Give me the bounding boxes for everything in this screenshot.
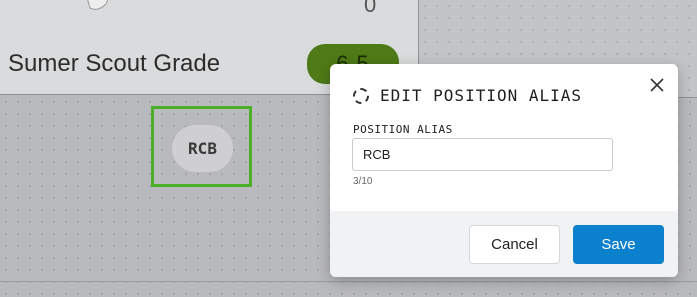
close-icon[interactable] — [648, 76, 666, 94]
dialog-title: EDIT POSITION ALIAS — [380, 86, 583, 105]
save-button[interactable]: Save — [573, 225, 664, 264]
position-alias-input[interactable] — [352, 138, 613, 171]
scout-grade-label: Sumer Scout Grade — [8, 50, 221, 77]
position-chip[interactable]: RCB — [172, 125, 233, 172]
cancel-button[interactable]: Cancel — [469, 225, 560, 264]
edit-position-alias-dialog: EDIT POSITION ALIAS POSITION ALIAS 3/10 … — [330, 64, 678, 277]
hand-icon — [87, 0, 109, 10]
character-counter: 3/10 — [353, 176, 373, 187]
top-value: 0 — [364, 0, 377, 17]
divider — [0, 281, 697, 282]
dashed-circle-icon — [353, 88, 369, 104]
position-alias-label: POSITION ALIAS — [353, 123, 453, 136]
